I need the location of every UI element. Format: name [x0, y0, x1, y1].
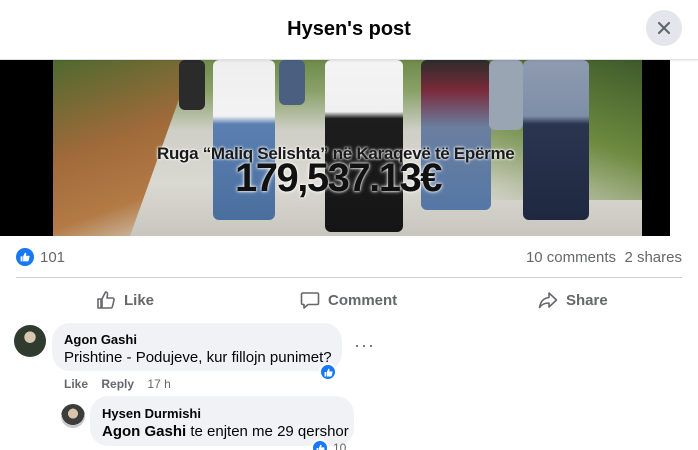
- reaction-count[interactable]: 101: [40, 249, 65, 266]
- comment-icon: [300, 292, 320, 309]
- avatar[interactable]: [61, 404, 85, 428]
- comment-author[interactable]: Agon Gashi: [64, 332, 137, 347]
- post-dialog-header: Hysen's post: [0, 0, 698, 60]
- reply-text-line: Agon Gashi te enjten me 29 qershor: [102, 423, 349, 440]
- avatar[interactable]: [14, 325, 46, 357]
- comment-more-options[interactable]: ···: [354, 335, 375, 356]
- comment-text: Prishtine - Podujeve, kur fillojn punime…: [64, 349, 332, 366]
- close-button[interactable]: [646, 10, 682, 46]
- comment-button[interactable]: Comment: [300, 282, 397, 318]
- comments-count-link[interactable]: 10 comments: [526, 249, 616, 266]
- close-icon: [657, 21, 671, 35]
- thumbs-up-icon: [97, 291, 115, 309]
- like-button[interactable]: Like: [96, 282, 154, 318]
- thumbs-up-icon: [311, 439, 329, 450]
- comment-timestamp[interactable]: 17 h: [147, 377, 170, 391]
- post-media[interactable]: Ruga “Maliq Selishta” në Karaqevë të Epë…: [0, 60, 670, 236]
- reply-item: Hysen Durmishi Agon Gashi te enjten me 2…: [0, 396, 698, 450]
- comment-like-link[interactable]: Like: [64, 377, 88, 391]
- comment-reply-link[interactable]: Reply: [101, 377, 134, 391]
- photo-caption-amount: 179,537.13€: [235, 156, 442, 200]
- comment-like-reaction-icon[interactable]: [319, 363, 337, 381]
- photo-person: [279, 60, 305, 105]
- reply-reactions[interactable]: 10: [311, 439, 346, 450]
- comment-button-label: Comment: [328, 291, 398, 309]
- reply-mention[interactable]: Agon Gashi: [102, 423, 186, 440]
- comment-bubble: Agon Gashi Prishtine - Podujeve, kur fil…: [52, 323, 342, 371]
- share-button[interactable]: Share: [538, 282, 608, 318]
- dialog-title: Hysen's post: [287, 18, 411, 40]
- post-stats: 101 10 comments 2 shares: [16, 246, 682, 270]
- photo-person: [523, 60, 589, 220]
- post-actions: Like Comment Share: [16, 282, 682, 318]
- post-photo[interactable]: Ruga “Maliq Selishta” në Karaqevë të Epë…: [53, 60, 642, 236]
- comment-actions: Like Reply 17 h: [64, 377, 171, 391]
- share-button-label: Share: [566, 291, 608, 309]
- reply-text: te enjten me 29 qershor: [190, 423, 349, 440]
- photo-person: [489, 60, 523, 130]
- reply-reaction-count: 10: [333, 441, 347, 450]
- like-button-label: Like: [124, 291, 155, 309]
- post-content: Ruga “Maliq Selishta” në Karaqevë të Epë…: [0, 60, 698, 450]
- shares-count-link[interactable]: 2 shares: [624, 249, 682, 266]
- like-reaction-icon[interactable]: [16, 248, 34, 266]
- comment-item: Agon Gashi Prishtine - Podujeve, kur fil…: [0, 322, 698, 392]
- share-icon: [538, 292, 558, 309]
- photo-person: [179, 60, 205, 110]
- stats-divider: [16, 277, 682, 278]
- reply-author[interactable]: Hysen Durmishi: [102, 406, 201, 421]
